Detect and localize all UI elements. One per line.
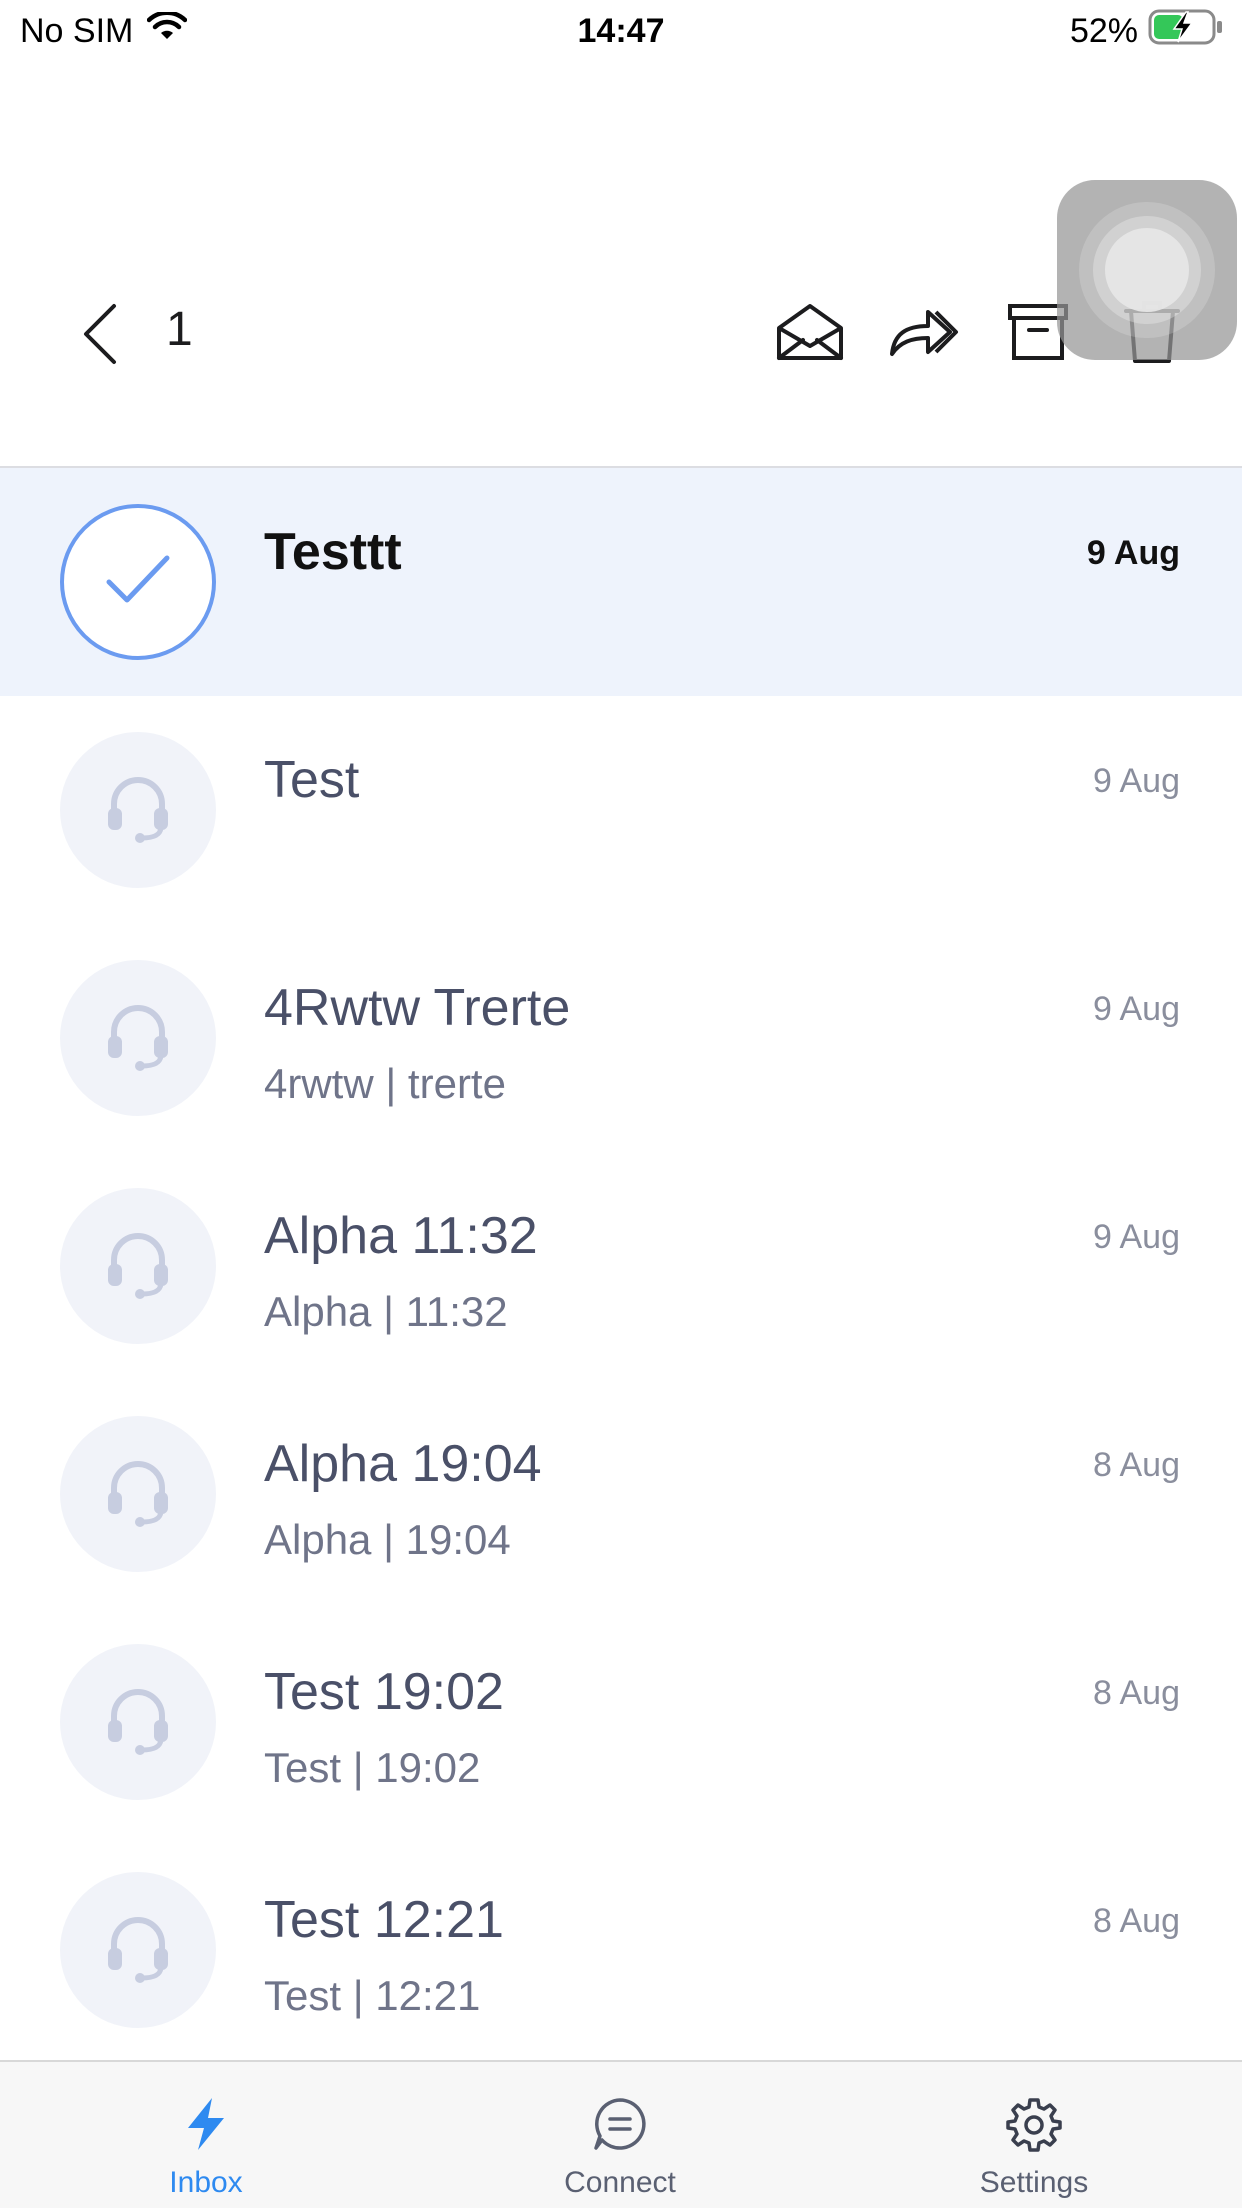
conversation-preview: Alpha | 19:04 — [264, 1516, 511, 1563]
battery-percent: 52% — [1069, 11, 1138, 50]
chat-bubble-icon — [590, 2094, 650, 2154]
headset-icon — [102, 1228, 174, 1305]
conversation-title: Alpha 11:32 — [264, 1207, 538, 1265]
headset-icon — [102, 1912, 174, 1989]
conversation-row[interactable]: Alpha 19:04 Alpha | 19:04 8 Aug — [0, 1380, 1242, 1608]
conversation-preview: Test | 19:02 — [264, 1744, 481, 1791]
conversation-preview: Alpha | 11:32 — [264, 1288, 508, 1335]
conversation-date: 8 Aug — [1093, 1446, 1180, 1484]
conversation-preview: Test | 12:21 — [264, 1972, 481, 2019]
mark-read-button[interactable] — [768, 290, 852, 374]
avatar[interactable] — [60, 732, 216, 888]
conversation-date: 8 Aug — [1093, 1674, 1180, 1712]
mark-read-icon — [777, 304, 843, 360]
selected-count: 1 — [166, 303, 193, 356]
conversation-row[interactable]: Test 19:02 Test | 19:02 8 Aug — [0, 1608, 1242, 1836]
selected-check-avatar[interactable] — [60, 504, 216, 660]
avatar[interactable] — [60, 1644, 216, 1800]
lightning-icon — [176, 2094, 236, 2154]
status-right: 52% — [1070, 8, 1224, 55]
avatar[interactable] — [60, 960, 216, 1116]
back-button[interactable] — [70, 294, 130, 374]
assistive-touch-core — [1105, 228, 1189, 312]
tab-settings-label: Settings — [979, 2166, 1089, 2199]
avatar[interactable] — [60, 1872, 216, 2028]
selection-toolbar: 1 — [0, 62, 1242, 468]
tab-connect[interactable]: Connect — [500, 2062, 740, 2208]
conversation-date: 9 Aug — [1093, 990, 1180, 1028]
wifi-icon — [147, 10, 188, 51]
assistive-touch-ring-inner — [1093, 216, 1201, 324]
avatar[interactable] — [60, 1416, 216, 1572]
tab-connect-label: Connect — [564, 2166, 676, 2199]
conversation-date: 9 Aug — [1093, 1218, 1180, 1256]
conversation-list: Testtt 9 Aug Test 9 Aug 4Rwtw Trerte 4rwtw | … — [0, 468, 1242, 2064]
headset-icon — [102, 1456, 174, 1533]
carrier-label: No SIM — [20, 11, 134, 50]
tab-bar: Inbox Connect Settings — [0, 2060, 1242, 2208]
headset-icon — [102, 1684, 174, 1761]
conversation-title: Test 19:02 — [264, 1663, 504, 1721]
conversation-title: Test — [264, 751, 360, 809]
inbox-screen: No SIM 14:47 52% 1 Testtt 9 Aug Test 9 A… — [0, 0, 1242, 2208]
gear-icon — [1004, 2094, 1064, 2154]
tab-inbox[interactable]: Inbox — [86, 2062, 326, 2208]
conversation-title: Test 12:21 — [264, 1891, 504, 1949]
conversation-preview: 4rwtw | trerte — [264, 1060, 506, 1107]
conversation-row[interactable]: Alpha 11:32 Alpha | 11:32 9 Aug — [0, 1152, 1242, 1380]
tab-settings[interactable]: Settings — [914, 2062, 1154, 2208]
conversation-title: 4Rwtw Trerte — [264, 979, 571, 1037]
conversation-row[interactable]: 4Rwtw Trerte 4rwtw | trerte 9 Aug — [0, 924, 1242, 1152]
conversation-title: Testtt — [264, 523, 402, 581]
headset-icon — [102, 1000, 174, 1077]
battery-charging-icon — [1148, 8, 1224, 55]
forward-icon — [890, 310, 958, 356]
forward-button[interactable] — [882, 290, 966, 374]
assistive-touch-button[interactable] — [1057, 180, 1237, 360]
conversation-row[interactable]: Testtt 9 Aug — [0, 468, 1242, 696]
back-icon — [84, 304, 116, 364]
checkmark-icon — [103, 550, 173, 615]
status-bar: No SIM 14:47 52% — [0, 0, 1242, 62]
headset-icon — [102, 772, 174, 849]
conversation-date: 8 Aug — [1093, 1902, 1180, 1940]
avatar[interactable] — [60, 1188, 216, 1344]
conversation-row[interactable]: Test 12:21 Test | 12:21 8 Aug — [0, 1836, 1242, 2064]
conversation-date: 9 Aug — [1086, 534, 1180, 572]
conversation-title: Alpha 19:04 — [264, 1435, 542, 1493]
tab-inbox-label: Inbox — [169, 2166, 243, 2199]
conversation-row[interactable]: Test 9 Aug — [0, 696, 1242, 924]
conversation-date: 9 Aug — [1093, 762, 1180, 800]
status-left: No SIM — [20, 10, 188, 51]
assistive-touch-ring — [1079, 202, 1215, 338]
